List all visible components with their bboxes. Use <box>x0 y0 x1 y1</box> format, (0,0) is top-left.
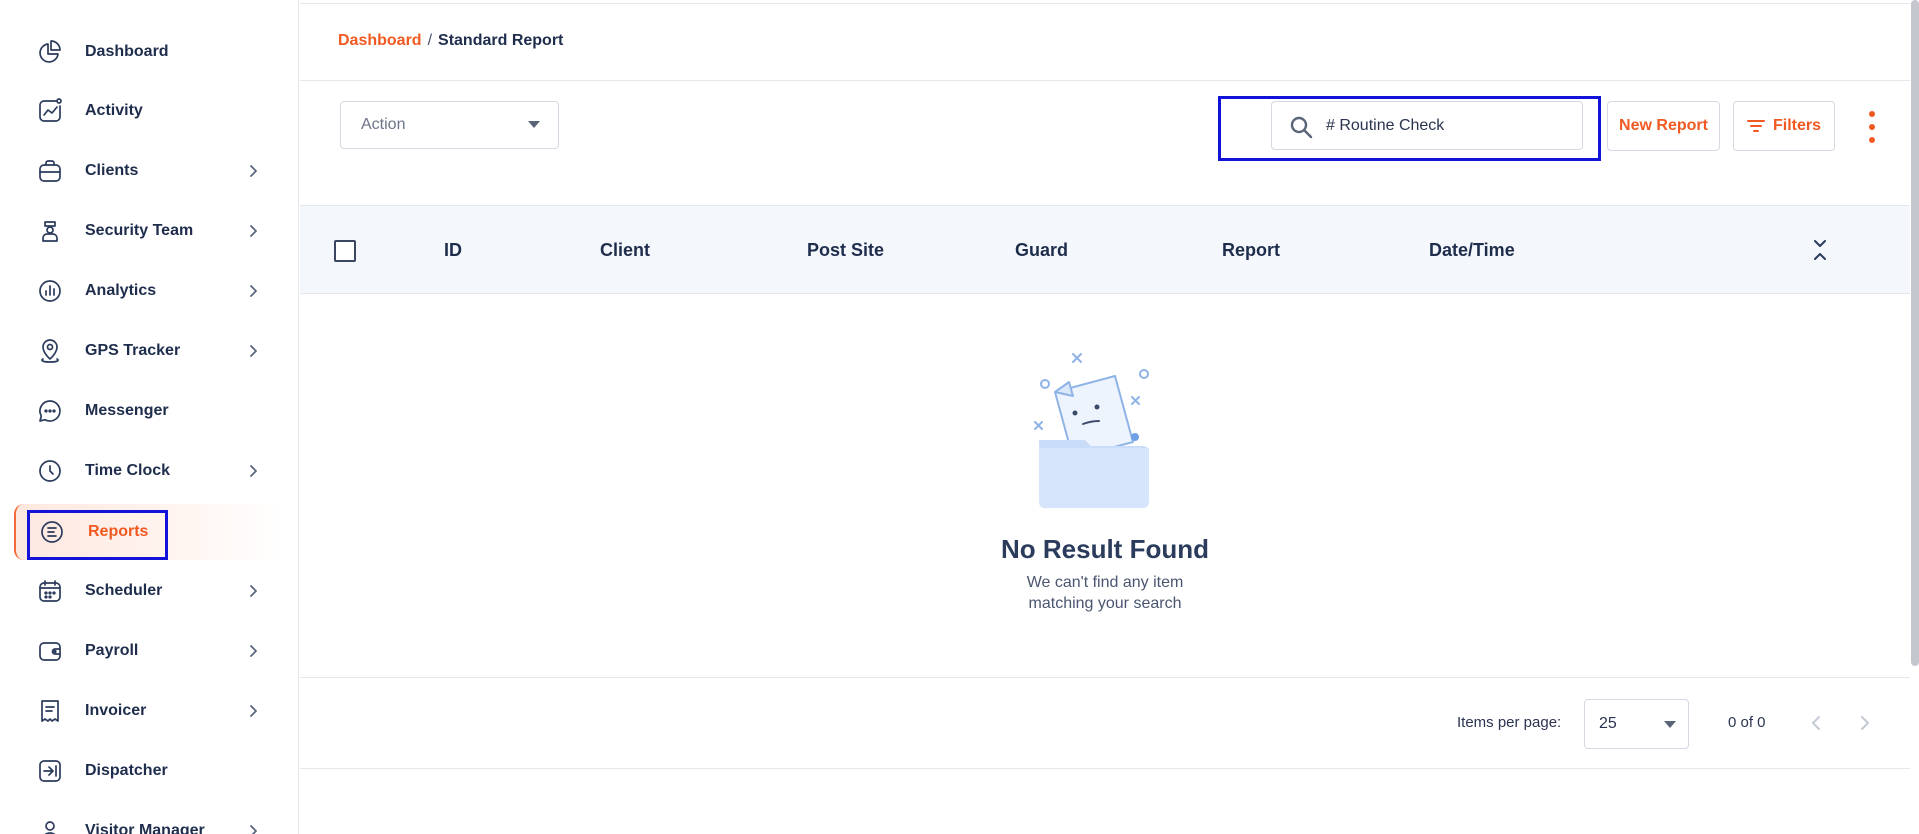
sidebar: Dashboard Activity Clients Security Team… <box>0 0 299 834</box>
search-input[interactable] <box>1326 110 1566 142</box>
sidebar-item-label: Messenger <box>85 402 169 419</box>
breadcrumb-current: Standard Report <box>438 32 564 49</box>
empty-state-subtitle-line1: We can't find any item <box>1026 574 1184 591</box>
sidebar-item-time-clock[interactable]: Time Clock <box>0 443 298 499</box>
search-field[interactable] <box>1271 101 1583 150</box>
chevron-right-icon <box>246 164 260 178</box>
sidebar-item-label: Clients <box>85 162 139 179</box>
items-per-page-label: Items per page: <box>1457 714 1562 731</box>
column-header-guard[interactable]: Guard <box>1015 240 1068 261</box>
breadcrumb-separator: / <box>427 32 433 49</box>
clock-icon <box>36 457 64 485</box>
empty-state-subtitle-line2: matching your search <box>1028 595 1182 612</box>
sidebar-item-invoicer[interactable]: Invoicer <box>0 683 298 739</box>
more-options-icon[interactable] <box>1866 111 1878 143</box>
chevron-right-icon <box>246 224 260 238</box>
main-content: Dashboard / Standard Report Action New Rep… <box>300 0 1910 834</box>
sidebar-item-label: Reports <box>88 523 149 540</box>
sidebar-item-analytics[interactable]: Analytics <box>0 263 298 319</box>
sidebar-item-scheduler[interactable]: Scheduler <box>0 563 298 619</box>
sidebar-item-label: Visitor Manager <box>85 822 205 834</box>
table-header: ID Client Post Site Guard Report Date/Ti… <box>300 206 1910 294</box>
chevron-right-icon <box>246 824 260 834</box>
sidebar-item-label: Scheduler <box>85 582 163 599</box>
action-dropdown-placeholder: Action <box>361 116 406 133</box>
column-header-report[interactable]: Report <box>1222 240 1280 261</box>
chevron-right-icon <box>246 644 260 658</box>
sidebar-item-label: Analytics <box>85 282 157 299</box>
sidebar-item-payroll[interactable]: Payroll <box>0 623 298 679</box>
calendar-icon <box>36 577 64 605</box>
wallet-icon <box>36 637 64 665</box>
visitor-icon <box>36 817 64 834</box>
sidebar-item-reports[interactable]: Reports <box>14 504 284 560</box>
column-header-date-time[interactable]: Date/Time <box>1429 240 1515 261</box>
items-per-page-value: 25 <box>1599 715 1617 732</box>
sidebar-item-label: Invoicer <box>85 702 147 719</box>
breadcrumb-dashboard-link[interactable]: Dashboard <box>338 32 422 49</box>
empty-folder-illustration <box>1034 353 1149 509</box>
sidebar-item-label: Time Clock <box>85 462 171 479</box>
column-header-client[interactable]: Client <box>600 240 650 261</box>
header-divider <box>300 80 1910 81</box>
search-icon <box>1288 114 1314 140</box>
vertical-scrollbar[interactable] <box>1911 0 1919 666</box>
sidebar-item-dashboard[interactable]: Dashboard <box>0 24 298 80</box>
report-icon <box>38 518 66 546</box>
sidebar-item-label: GPS Tracker <box>85 342 181 359</box>
chevron-right-icon <box>246 284 260 298</box>
empty-state-title: No Result Found <box>1001 534 1209 564</box>
dispatch-icon <box>36 757 64 785</box>
sidebar-item-visitor-manager[interactable]: Visitor Manager <box>0 803 298 834</box>
map-pin-icon <box>36 337 64 365</box>
sidebar-item-label: Payroll <box>85 642 139 659</box>
column-header-id[interactable]: ID <box>444 240 462 261</box>
collapse-icon[interactable] <box>1812 238 1828 262</box>
chevron-right-icon <box>246 704 260 718</box>
pagination-range: 0 of 0 <box>1728 714 1766 731</box>
analytics-icon <box>36 277 64 305</box>
sidebar-item-dispatcher[interactable]: Dispatcher <box>0 743 298 799</box>
footer-divider <box>300 768 1910 769</box>
caret-down-icon <box>528 121 540 128</box>
previous-page-icon[interactable] <box>1809 714 1823 732</box>
next-page-icon[interactable] <box>1858 714 1872 732</box>
activity-icon <box>36 97 64 125</box>
sidebar-item-label: Security Team <box>85 222 194 239</box>
action-dropdown[interactable]: Action <box>340 101 559 149</box>
chevron-right-icon <box>246 584 260 598</box>
filters-button[interactable]: Filters <box>1733 101 1835 151</box>
breadcrumb: Dashboard / Standard Report <box>338 32 563 50</box>
filters-label: Filters <box>1772 117 1821 134</box>
top-divider <box>300 3 1910 4</box>
empty-state-subtitle: We can't find any item matching your sea… <box>1005 572 1205 614</box>
briefcase-icon <box>36 157 64 185</box>
sidebar-item-label: Activity <box>85 102 143 119</box>
sidebar-item-clients[interactable]: Clients <box>0 143 298 199</box>
new-report-button[interactable]: New Report <box>1607 101 1720 151</box>
sidebar-item-label: Dashboard <box>85 43 169 60</box>
chevron-right-icon <box>246 464 260 478</box>
select-all-checkbox[interactable] <box>334 240 356 262</box>
guard-icon <box>36 217 64 245</box>
items-per-page-select[interactable]: 25 <box>1584 699 1689 749</box>
chat-bubble-icon <box>36 397 64 425</box>
sidebar-item-security-team[interactable]: Security Team <box>0 203 298 259</box>
receipt-icon <box>36 697 64 725</box>
sidebar-item-messenger[interactable]: Messenger <box>0 383 298 439</box>
chevron-right-icon <box>246 344 260 358</box>
filter-icon <box>1746 120 1765 132</box>
sidebar-item-activity[interactable]: Activity <box>0 83 298 139</box>
pie-chart-icon <box>36 38 64 66</box>
table-bottom-divider <box>300 677 1910 678</box>
column-header-post-site[interactable]: Post Site <box>807 240 884 261</box>
sidebar-item-label: Dispatcher <box>85 762 168 779</box>
sidebar-item-gps-tracker[interactable]: GPS Tracker <box>0 323 298 379</box>
caret-down-icon <box>1664 721 1676 728</box>
